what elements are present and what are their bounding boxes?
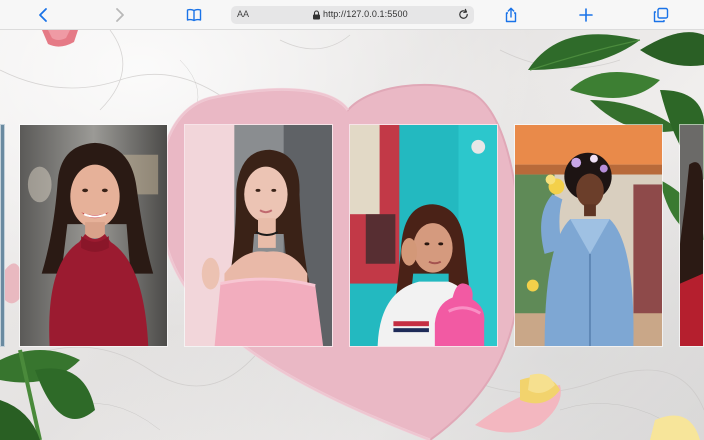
rose-petal-top-left xyxy=(42,30,78,47)
share-button[interactable] xyxy=(501,5,521,25)
photo-card-partial-left[interactable] xyxy=(0,124,5,347)
browser-toolbar: AA http://127.0.0.1:5500 xyxy=(0,0,704,30)
forward-button[interactable] xyxy=(109,5,129,25)
photo-card[interactable] xyxy=(184,124,333,347)
text-size-button[interactable]: AA xyxy=(237,9,249,19)
book-icon xyxy=(186,8,202,22)
url-text: http://127.0.0.1:5500 xyxy=(323,9,408,19)
tabs-icon xyxy=(653,7,669,23)
address-bar[interactable]: AA http://127.0.0.1:5500 xyxy=(231,6,474,24)
chevron-left-icon xyxy=(39,8,47,22)
bookmarks-button[interactable] xyxy=(184,5,204,25)
reload-icon[interactable] xyxy=(457,8,470,21)
page-background xyxy=(0,30,704,440)
back-button[interactable] xyxy=(34,5,54,25)
tabs-overview-button[interactable] xyxy=(651,5,671,25)
photo-gallery xyxy=(0,124,704,347)
photo-woman-teal-wall-pink-cone xyxy=(350,125,497,346)
plus-icon xyxy=(579,8,593,22)
lock-icon xyxy=(313,10,320,20)
photo-woman-pink-offshoulder xyxy=(185,125,332,346)
share-icon xyxy=(505,7,517,23)
chevron-right-icon xyxy=(116,8,124,22)
photo-card[interactable] xyxy=(349,124,498,347)
photo-card-partial-right[interactable] xyxy=(679,124,704,347)
rose-petals-bottom-right xyxy=(475,373,700,440)
new-tab-button[interactable] xyxy=(576,5,596,25)
photo-card[interactable] xyxy=(19,124,168,347)
photo-partial-right xyxy=(680,125,703,346)
photo-woman-denim-jacket-flowers xyxy=(515,125,662,346)
photo-woman-red-sweater xyxy=(20,125,167,346)
photo-card[interactable] xyxy=(514,124,663,347)
